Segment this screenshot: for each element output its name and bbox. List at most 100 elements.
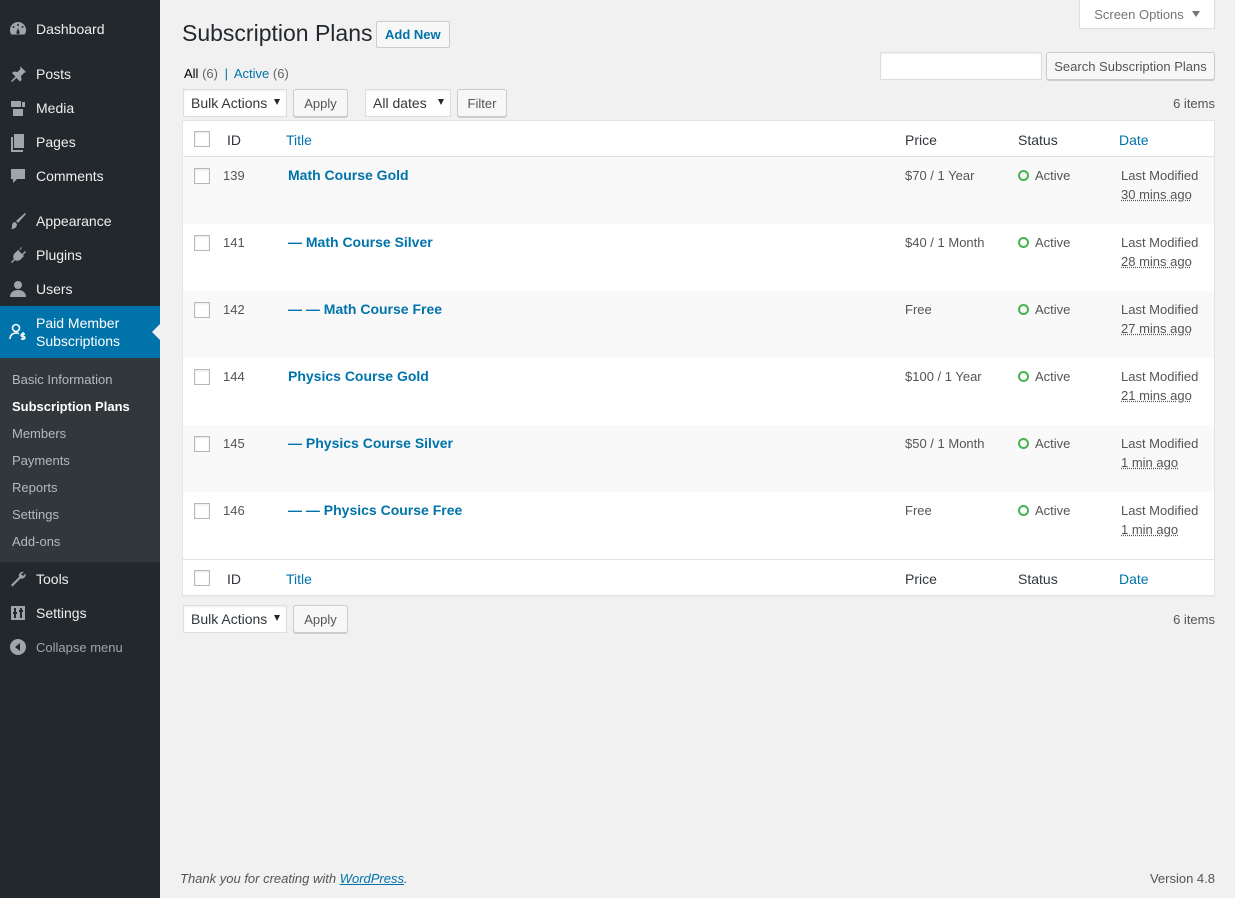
bulk-actions-select-bottom[interactable]: Bulk Actions bbox=[183, 605, 287, 633]
column-status: Status bbox=[1018, 571, 1058, 587]
screen-options-button[interactable]: Screen Options bbox=[1079, 0, 1215, 29]
row-date-label: Last Modified bbox=[1121, 302, 1199, 317]
filter-all[interactable]: All bbox=[184, 66, 198, 81]
apply-button[interactable]: Apply bbox=[293, 89, 348, 117]
submenu-add-ons[interactable]: Add-ons bbox=[12, 534, 60, 549]
row-date-label: Last Modified bbox=[1121, 503, 1199, 518]
menu-label: Tools bbox=[36, 571, 69, 587]
menu-tools[interactable]: Tools bbox=[0, 564, 160, 594]
row-status: Active bbox=[1018, 235, 1070, 250]
status-active-icon bbox=[1018, 304, 1029, 315]
row-price: $70 / 1 Year bbox=[905, 168, 975, 183]
caret-down-icon bbox=[274, 99, 280, 105]
comment-icon bbox=[0, 166, 36, 186]
row-date: Last Modified 28 mins ago bbox=[1121, 233, 1198, 271]
row-title-link[interactable]: Physics Course Gold bbox=[288, 368, 429, 384]
filter-separator: | bbox=[224, 66, 228, 81]
submenu-members[interactable]: Members bbox=[12, 426, 66, 441]
column-price: Price bbox=[905, 571, 937, 587]
filter-active[interactable]: Active bbox=[234, 66, 269, 81]
row-date-label: Last Modified bbox=[1121, 436, 1199, 451]
collapse-menu-button[interactable]: Collapse menu bbox=[0, 632, 160, 662]
menu-dashboard[interactable]: Dashboard bbox=[0, 14, 160, 44]
column-title[interactable]: Title bbox=[286, 571, 312, 587]
wordpress-link[interactable]: WordPress bbox=[340, 871, 404, 886]
menu-label: Media bbox=[36, 100, 75, 116]
current-menu-arrow bbox=[152, 324, 160, 340]
dates-select[interactable]: All dates bbox=[365, 89, 451, 117]
menu-appearance[interactable]: Appearance bbox=[0, 206, 160, 236]
page-title: Subscription Plans bbox=[182, 20, 373, 46]
row-id: 144 bbox=[223, 369, 245, 384]
search-input[interactable] bbox=[880, 52, 1042, 80]
wrench-icon bbox=[0, 569, 36, 589]
column-date[interactable]: Date bbox=[1119, 132, 1149, 148]
footer-thanks: Thank you for creating with WordPress. bbox=[180, 871, 408, 886]
row-title-link[interactable]: — — Math Course Free bbox=[288, 301, 442, 317]
pin-icon bbox=[0, 64, 36, 84]
menu-label: Comments bbox=[36, 168, 104, 184]
submenu-subscription-plans[interactable]: Subscription Plans bbox=[12, 399, 130, 414]
add-new-button[interactable]: Add New bbox=[376, 21, 450, 48]
table-row: 145 — Physics Course Silver $50 / 1 Month A… bbox=[183, 425, 1214, 492]
menu-label: Posts bbox=[36, 66, 72, 82]
menu-pages[interactable]: Pages bbox=[0, 127, 160, 157]
submenu-payments[interactable]: Payments bbox=[12, 453, 70, 468]
row-date: Last Modified 1 min ago bbox=[1121, 434, 1198, 472]
row-date-ago: 30 mins ago bbox=[1121, 187, 1192, 202]
table-row: 144 Physics Course Gold $100 / 1 Year Activ… bbox=[183, 358, 1214, 425]
status-active-icon bbox=[1018, 170, 1029, 181]
menu-users[interactable]: Users bbox=[0, 274, 160, 304]
collapse-arrow-icon bbox=[0, 637, 36, 657]
caret-down-icon bbox=[274, 615, 280, 621]
bulk-actions-value: Bulk Actions bbox=[191, 95, 268, 111]
menu-label: Settings bbox=[36, 605, 87, 621]
bulk-actions-select[interactable]: Bulk Actions bbox=[183, 89, 287, 117]
status-active-icon bbox=[1018, 237, 1029, 248]
row-id: 146 bbox=[223, 503, 245, 518]
row-title-link[interactable]: — Physics Course Silver bbox=[288, 435, 453, 451]
menu-media[interactable]: Media bbox=[0, 93, 160, 123]
menu-label: Pages bbox=[36, 134, 76, 150]
submenu-basic-information[interactable]: Basic Information bbox=[12, 372, 112, 387]
footer-version: Version 4.8 bbox=[1149, 871, 1215, 886]
search-button[interactable]: Search Subscription Plans bbox=[1046, 52, 1215, 80]
dashboard-icon bbox=[0, 19, 36, 39]
row-price: $50 / 1 Month bbox=[905, 436, 985, 451]
row-checkbox[interactable] bbox=[194, 302, 210, 318]
screen-options-label: Screen Options bbox=[1094, 6, 1184, 22]
column-date[interactable]: Date bbox=[1119, 571, 1149, 587]
menu-comments[interactable]: Comments bbox=[0, 161, 160, 191]
row-status: Active bbox=[1018, 436, 1070, 451]
row-checkbox[interactable] bbox=[194, 235, 210, 251]
row-title-link[interactable]: Math Course Gold bbox=[288, 167, 409, 183]
row-date-label: Last Modified bbox=[1121, 168, 1199, 183]
row-checkbox[interactable] bbox=[194, 369, 210, 385]
row-checkbox[interactable] bbox=[194, 503, 210, 519]
submenu: Basic Information Subscription Plans Mem… bbox=[0, 358, 160, 562]
select-all-checkbox[interactable] bbox=[194, 131, 210, 147]
menu-posts[interactable]: Posts bbox=[0, 59, 160, 89]
row-checkbox[interactable] bbox=[194, 168, 210, 184]
items-count: 6 items bbox=[1173, 96, 1215, 111]
column-title[interactable]: Title bbox=[286, 132, 312, 148]
row-id: 145 bbox=[223, 436, 245, 451]
status-active-icon bbox=[1018, 371, 1029, 382]
row-date: Last Modified 27 mins ago bbox=[1121, 300, 1198, 338]
row-status-label: Active bbox=[1035, 168, 1071, 183]
menu-settings[interactable]: Settings bbox=[0, 598, 160, 628]
row-checkbox[interactable] bbox=[194, 436, 210, 452]
apply-button-bottom[interactable]: Apply bbox=[293, 605, 348, 633]
row-price: Free bbox=[905, 503, 932, 518]
menu-label: Dashboard bbox=[36, 21, 105, 37]
user-icon bbox=[0, 279, 36, 299]
filter-button[interactable]: Filter bbox=[457, 89, 507, 117]
submenu-settings[interactable]: Settings bbox=[12, 507, 59, 522]
select-all-checkbox-bottom[interactable] bbox=[194, 570, 210, 586]
row-title-link[interactable]: — Math Course Silver bbox=[288, 234, 433, 250]
menu-paid-member-subscriptions[interactable]: Paid Member Subscriptions bbox=[0, 306, 160, 358]
row-title-link[interactable]: — — Physics Course Free bbox=[288, 502, 462, 518]
menu-label: Plugins bbox=[36, 247, 82, 263]
menu-plugins[interactable]: Plugins bbox=[0, 240, 160, 270]
submenu-reports[interactable]: Reports bbox=[12, 480, 58, 495]
